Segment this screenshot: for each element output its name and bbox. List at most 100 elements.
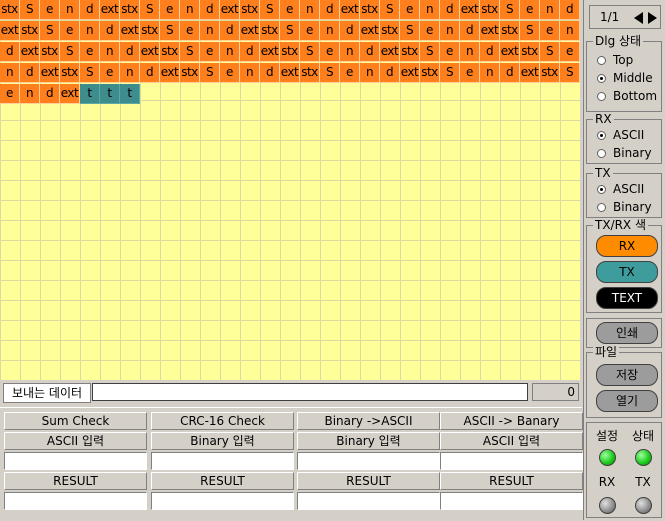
rx-data-cell: d: [240, 42, 260, 62]
tx-data-cell: t: [100, 84, 120, 104]
tx-ascii-label: ASCII: [613, 182, 645, 196]
crc16-result-label: RESULT: [151, 472, 294, 490]
text-color-button[interactable]: TEXT: [596, 287, 658, 309]
rx-data-cell: e: [540, 21, 560, 41]
crc16-check-title[interactable]: CRC-16 Check: [151, 412, 294, 430]
rx-data-cell: e: [0, 84, 20, 104]
rx-data-cell: stx: [300, 63, 320, 83]
sum-check-result-field[interactable]: [5, 493, 146, 509]
rx-data-cell: ext: [100, 0, 120, 20]
tx-led-icon: [635, 497, 652, 514]
rx-data-cell: ext: [20, 42, 40, 62]
rx-data-cell: S: [80, 63, 100, 83]
rx-data-cell: e: [220, 63, 240, 83]
rx-status-label: RX: [598, 475, 616, 489]
rx-data-cell: e: [60, 21, 80, 41]
rx-data-cell: d: [140, 63, 160, 83]
rx-data-cell: d: [360, 42, 380, 62]
dlg-middle-radio[interactable]: Middle: [597, 70, 653, 86]
rx-data-cell: n: [240, 63, 260, 83]
radio-icon: [597, 91, 606, 101]
ascii-to-binary-input[interactable]: [440, 452, 583, 470]
dlg-state-group: Dlg 상태 Top Middle Bottom: [586, 34, 662, 112]
rx-data-cell: S: [140, 0, 160, 20]
sum-check-input[interactable]: [4, 452, 147, 470]
rx-data-cell: d: [560, 0, 580, 20]
prev-page-icon[interactable]: [634, 12, 643, 24]
rx-mode-group: RX ASCII Binary: [586, 112, 662, 164]
rx-data-cell: stx: [20, 21, 40, 41]
txrx-color-title: TX/RX 색: [593, 218, 649, 232]
rx-mode-title: RX: [593, 112, 614, 126]
send-data-label: 보내는 데이터: [3, 383, 91, 403]
dlg-top-radio[interactable]: Top: [597, 52, 633, 68]
rx-data-cell: stx: [400, 42, 420, 62]
sum-check-panel: Sum Check ASCII 입력 RESULT: [4, 412, 147, 510]
rx-data-cell: n: [80, 21, 100, 41]
ascii-to-binary-title[interactable]: ASCII -> Banary: [440, 412, 583, 430]
grid-row: stx Se n d ext stx Se n d ext stx Se n d ext stx Se n d ext…: [0, 0, 580, 20]
rx-data-cell: ext: [140, 42, 160, 62]
tx-color-button[interactable]: TX: [596, 261, 658, 283]
radio-selected-icon: [597, 184, 606, 194]
crc16-result[interactable]: [151, 492, 294, 510]
sum-check-input-field[interactable]: [5, 453, 146, 469]
binary-to-ascii-result-label: RESULT: [297, 472, 440, 490]
rx-data-cell: S: [300, 42, 320, 62]
rx-data-cell: ext: [480, 21, 500, 41]
rx-data-cell: n: [200, 21, 220, 41]
print-button[interactable]: 인쇄: [596, 322, 658, 344]
send-data-input[interactable]: [92, 383, 528, 401]
rx-data-cell: n: [440, 21, 460, 41]
ascii-to-binary-result[interactable]: [440, 492, 583, 510]
rx-data-cell: e: [200, 42, 220, 62]
rx-data-cell: stx: [160, 42, 180, 62]
binary-to-ascii-result[interactable]: [297, 492, 440, 510]
sum-check-result[interactable]: [4, 492, 147, 510]
open-button[interactable]: 열기: [596, 390, 658, 412]
rx-data-cell: d: [0, 42, 20, 62]
rx-data-cell: n: [340, 42, 360, 62]
binary-to-ascii-panel: Binary ->ASCII Binary 입력 RESULT: [297, 412, 440, 510]
rx-data-cell: e: [440, 42, 460, 62]
tx-binary-radio[interactable]: Binary: [597, 199, 652, 215]
rx-data-cell: e: [280, 0, 300, 20]
rx-data-cell: S: [560, 63, 580, 83]
rx-data-cell: d: [460, 21, 480, 41]
dlg-state-title: Dlg 상태: [593, 34, 644, 48]
setup-led-icon: [599, 449, 616, 466]
crc16-result-field[interactable]: [152, 493, 293, 509]
sum-check-title[interactable]: Sum Check: [4, 412, 147, 430]
ascii-to-binary-input-field[interactable]: [441, 453, 582, 469]
binary-to-ascii-input[interactable]: [297, 452, 440, 470]
binary-to-ascii-result-field[interactable]: [298, 493, 439, 509]
radio-icon: [597, 148, 606, 158]
ascii-to-binary-result-field[interactable]: [441, 493, 582, 509]
binary-to-ascii-title[interactable]: Binary ->ASCII: [297, 412, 440, 430]
rx-color-button[interactable]: RX: [596, 235, 658, 257]
rx-data-cell: ext: [160, 63, 180, 83]
control-sidebar: 1/1 Dlg 상태 Top Middle Bottom RX ASCII Bi…: [583, 0, 665, 520]
rx-data-cell: ext: [520, 63, 540, 83]
radio-selected-icon: [597, 130, 606, 140]
rx-data-cell: n: [420, 0, 440, 20]
crc16-input[interactable]: [151, 452, 294, 470]
tx-ascii-radio[interactable]: ASCII: [597, 181, 644, 197]
next-page-icon[interactable]: [648, 12, 657, 24]
rx-binary-label: Binary: [613, 146, 652, 160]
rx-data-cell: n: [460, 42, 480, 62]
rx-binary-radio[interactable]: Binary: [597, 145, 652, 161]
dlg-bottom-radio[interactable]: Bottom: [597, 88, 657, 104]
send-byte-count: 0: [532, 383, 579, 401]
crc16-input-field[interactable]: [152, 453, 293, 469]
grid-row: ext stx Se n d ext stx Se n d ext stx Se n d ext stx Se n d…: [0, 21, 580, 41]
rx-ascii-radio[interactable]: ASCII: [597, 127, 644, 143]
rx-data-cell: stx: [280, 42, 300, 62]
tx-mode-title: TX: [593, 166, 613, 180]
rx-data-cell: e: [400, 0, 420, 20]
save-button[interactable]: 저장: [596, 364, 658, 386]
binary-to-ascii-input-field[interactable]: [298, 453, 439, 469]
rx-data-cell: stx: [420, 63, 440, 83]
rx-data-cell: e: [160, 0, 180, 20]
rx-data-cell: e: [100, 63, 120, 83]
